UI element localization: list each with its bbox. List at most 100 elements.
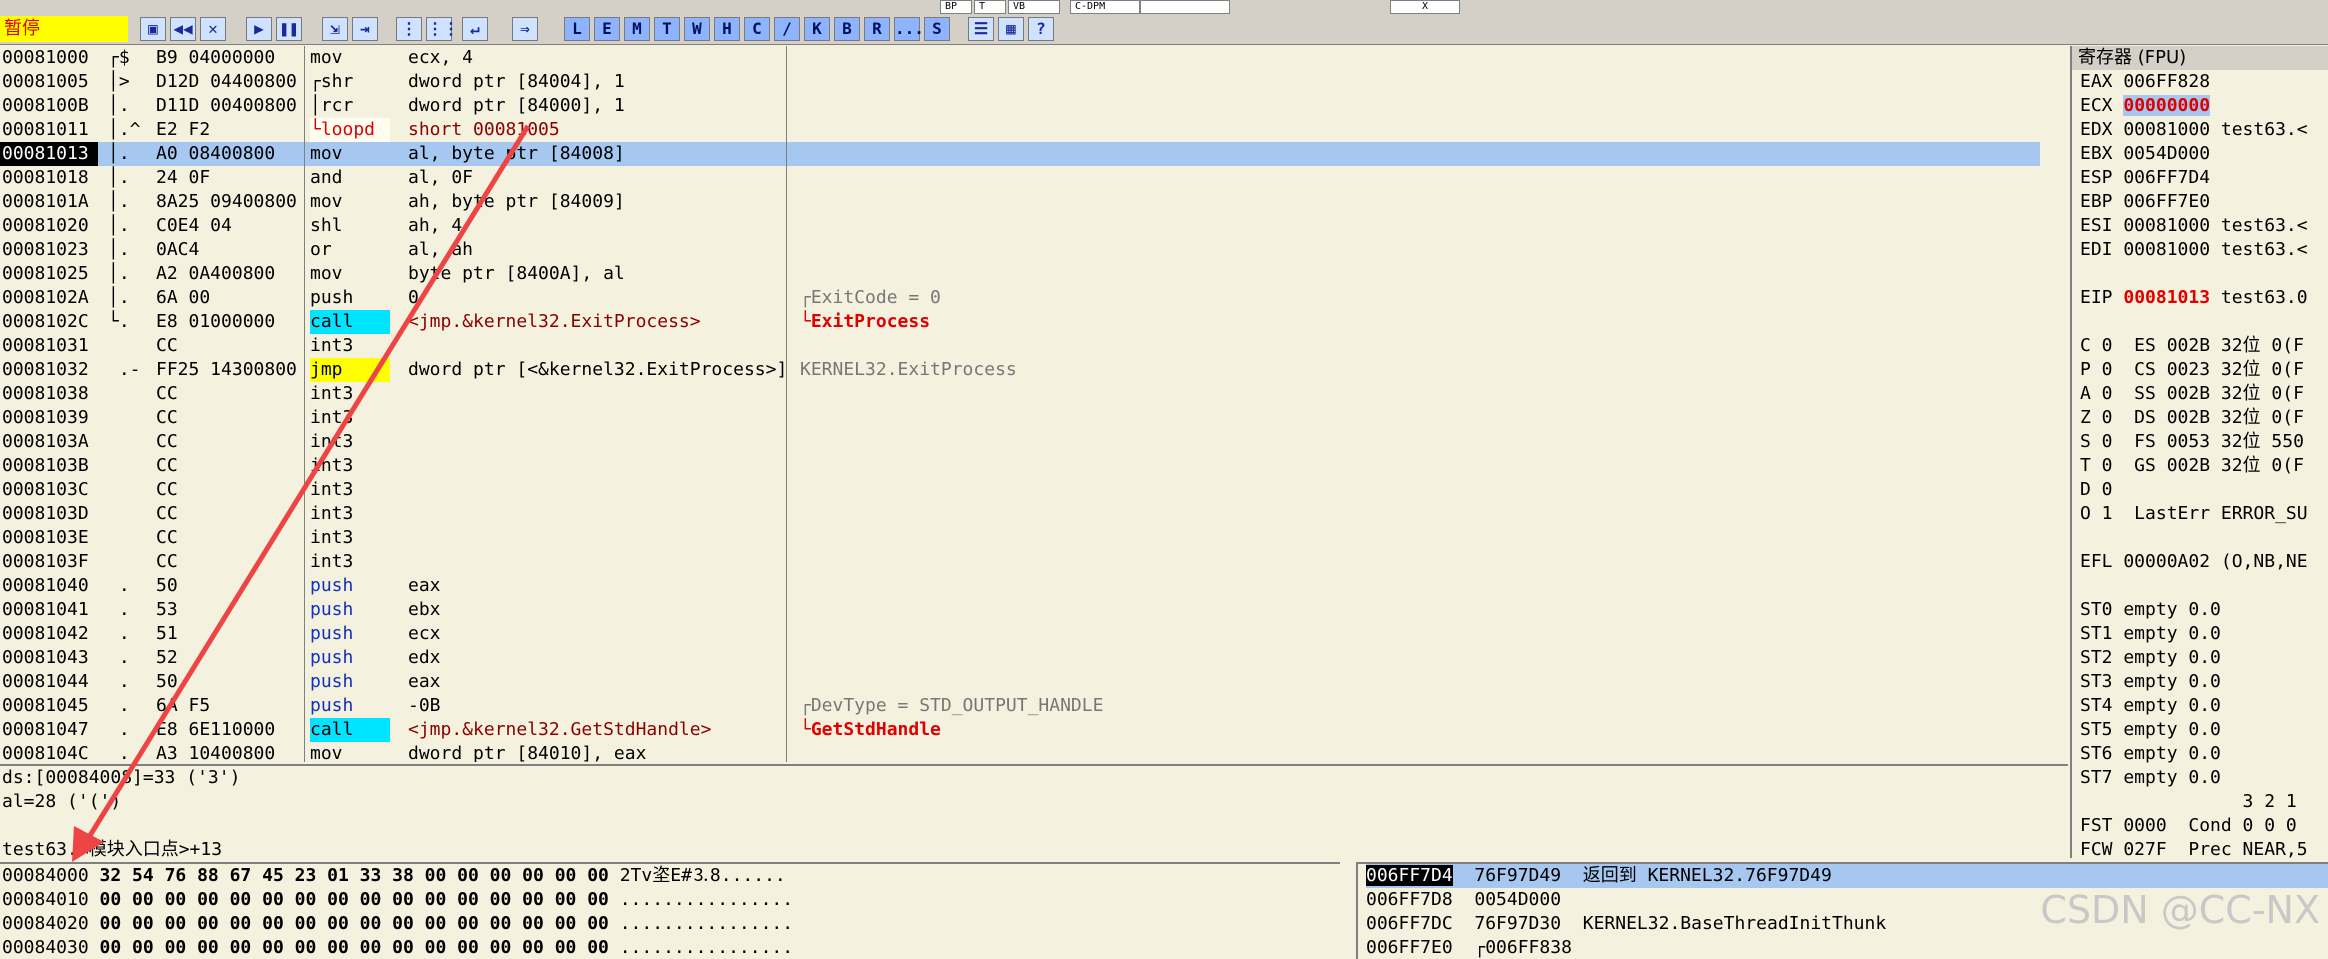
- help-icon[interactable]: ?: [1028, 17, 1054, 41]
- disasm-row[interactable]: 00081041 . 53 push ebx: [0, 598, 2040, 622]
- disasm-row[interactable]: 00081005 │> D12D 04400800 ┌shr dword ptr [84…: [0, 70, 2040, 94]
- register-line[interactable]: ECX 00000000: [2080, 94, 2211, 118]
- register-line[interactable]: EDI 00081000 test63.<: [2080, 238, 2308, 262]
- register-line[interactable]: T 0 GS 002B 32位 0(F: [2080, 454, 2304, 478]
- dump-row[interactable]: 00084000 32 54 76 88 67 45 23 01 33 38 0…: [2, 864, 786, 888]
- register-line[interactable]: ST7 empty 0.0: [2080, 766, 2221, 790]
- register-value[interactable]: 00081013: [2123, 287, 2210, 308]
- open-icon[interactable]: ▣: [140, 17, 166, 41]
- list-icon[interactable]: ☰: [968, 17, 994, 41]
- register-line[interactable]: EIP 00081013 test63.0: [2080, 286, 2308, 310]
- close-field[interactable]: X: [1390, 0, 1460, 14]
- toolbar-button-w[interactable]: W: [684, 17, 710, 41]
- disasm-row[interactable]: 00081018 │. 24 0F and al, 0F: [0, 166, 2040, 190]
- disasm-row[interactable]: 0008103A CC int3: [0, 430, 2040, 454]
- register-line[interactable]: FCW 027F Prec NEAR,5: [2080, 838, 2308, 858]
- disasm-row[interactable]: 00081038 CC int3: [0, 382, 2040, 406]
- register-line[interactable]: ST5 empty 0.0: [2080, 718, 2221, 742]
- grid-icon[interactable]: ▦: [998, 17, 1024, 41]
- register-line[interactable]: ST4 empty 0.0: [2080, 694, 2221, 718]
- disasm-row[interactable]: 0008100B │. D11D 00400800 │rcr dword ptr [84…: [0, 94, 2040, 118]
- register-line[interactable]: S 0 FS 0053 32位 550: [2080, 430, 2304, 454]
- disasm-row[interactable]: 00081025 │. A2 0A400800 mov byte ptr [8400A]…: [0, 262, 2040, 286]
- toolbar-button-h[interactable]: H: [714, 17, 740, 41]
- disasm-row[interactable]: 00081043 . 52 push edx: [0, 646, 2040, 670]
- register-value[interactable]: 00000000: [2123, 95, 2211, 116]
- toolbar-button-r[interactable]: R: [864, 17, 890, 41]
- toolbar-button-slash[interactable]: /: [774, 17, 800, 41]
- register-line[interactable]: EDX 00081000 test63.<: [2080, 118, 2308, 142]
- disasm-row[interactable]: 0008104C . A3 10400800 mov dword ptr [84010…: [0, 742, 2040, 762]
- register-line[interactable]: 3 2 1: [2080, 790, 2297, 814]
- pause-icon[interactable]: ❚❚: [276, 17, 302, 41]
- toolbar-button-m[interactable]: M: [624, 17, 650, 41]
- disasm-row[interactable]: 00081042 . 51 push ecx: [0, 622, 2040, 646]
- register-line[interactable]: ST0 empty 0.0: [2080, 598, 2221, 622]
- register-line[interactable]: ST3 empty 0.0: [2080, 670, 2221, 694]
- disasm-row[interactable]: 00081000 ┌$ B9 04000000 mov ecx, 4: [0, 46, 2040, 70]
- register-line[interactable]: A 0 SS 002B 32位 0(F: [2080, 382, 2304, 406]
- disassembly-pane[interactable]: 00081000 ┌$ B9 04000000 mov ecx, 4 00081005 │>…: [0, 46, 2040, 762]
- top-field[interactable]: [1140, 0, 1230, 14]
- disasm-row[interactable]: 00081040 . 50 push eax: [0, 574, 2040, 598]
- toolbar-button-b[interactable]: B: [834, 17, 860, 41]
- disasm-row[interactable]: 00081045 . 6A F5 push -0B ┌DevType = STD_OUT…: [0, 694, 2040, 718]
- disasm-row[interactable]: 00081013 │. A0 08400800 mov al, byte ptr [84…: [0, 142, 2040, 166]
- trace-into-icon[interactable]: ⋮: [396, 17, 422, 41]
- registers-pane[interactable]: 寄存器 (FPU) EAX 006FF828 ECX 00000000 EDX 00…: [2070, 46, 2328, 858]
- rewind-icon[interactable]: ◀◀: [170, 17, 196, 41]
- goto-icon[interactable]: ⇒: [512, 17, 538, 41]
- stack-row[interactable]: 006FF7E0 ┌006FF838: [1366, 936, 2328, 959]
- disasm-row[interactable]: 0008101A │. 8A25 09400800 mov ah, byte ptr […: [0, 190, 2040, 214]
- step-over-icon[interactable]: ⇥: [352, 17, 378, 41]
- register-line[interactable]: ESP 006FF7D4: [2080, 166, 2210, 190]
- toolbar-button-k[interactable]: K: [804, 17, 830, 41]
- register-line[interactable]: P 0 CS 0023 32位 0(F: [2080, 358, 2304, 382]
- dump-row[interactable]: 00084030 00 00 00 00 00 00 00 00 00 00 0…: [2, 936, 793, 959]
- disasm-row[interactable]: 00081032 .- FF25 14300800 jmp dword ptr [<&…: [0, 358, 2040, 382]
- toolbar-button-c[interactable]: C: [744, 17, 770, 41]
- dump-row[interactable]: 00084010 00 00 00 00 00 00 00 00 00 00 0…: [2, 888, 793, 912]
- disasm-row[interactable]: 0008103B CC int3: [0, 454, 2040, 478]
- toolbar-button-e[interactable]: E: [594, 17, 620, 41]
- top-field[interactable]: BP: [940, 0, 972, 14]
- register-line[interactable]: EFL 00000A02 (O,NB,NE: [2080, 550, 2308, 574]
- run-icon[interactable]: ▶: [246, 17, 272, 41]
- disasm-row[interactable]: 0008103D CC int3: [0, 502, 2040, 526]
- register-line[interactable]: Z 0 DS 002B 32位 0(F: [2080, 406, 2304, 430]
- dump-row[interactable]: 00084020 00 00 00 00 00 00 00 00 00 00 0…: [2, 912, 793, 936]
- top-field[interactable]: C-DPM: [1070, 0, 1140, 14]
- register-line[interactable]: O 1 LastErr ERROR_SU: [2080, 502, 2308, 526]
- disasm-row[interactable]: 0008102C └. E8 01000000 call <jmp.&kernel32.…: [0, 310, 2040, 334]
- disasm-row[interactable]: 0008103C CC int3: [0, 478, 2040, 502]
- toolbar-button-t[interactable]: T: [654, 17, 680, 41]
- register-line[interactable]: EBP 006FF7E0: [2080, 190, 2210, 214]
- register-line[interactable]: ST1 empty 0.0: [2080, 622, 2221, 646]
- disasm-row[interactable]: 0008102A │. 6A 00 push 0 ┌ExitCode = 0: [0, 286, 2040, 310]
- toolbar-button-s[interactable]: S: [924, 17, 950, 41]
- disasm-row[interactable]: 00081011 │.^ E2 F2 └loopd short 00081005: [0, 118, 2040, 142]
- disasm-row[interactable]: 0008103F CC int3: [0, 550, 2040, 574]
- stack-row[interactable]: 006FF7D4 76F97D49 返回到 KERNEL32.76F97D49: [1366, 864, 2328, 888]
- disasm-row[interactable]: 00081047 . E8 6E110000 call <jmp.&kernel32.…: [0, 718, 2040, 742]
- register-line[interactable]: ST2 empty 0.0: [2080, 646, 2221, 670]
- toolbar-button-ellipsis[interactable]: ...: [894, 17, 924, 41]
- close-icon[interactable]: ✕: [200, 17, 226, 41]
- disasm-row[interactable]: 00081031 CC int3: [0, 334, 2040, 358]
- disasm-row[interactable]: 00081023 │. 0AC4 or al, ah: [0, 238, 2040, 262]
- trace-over-icon[interactable]: ⋮⋮: [426, 17, 459, 41]
- toolbar-button-l[interactable]: L: [564, 17, 590, 41]
- register-line[interactable]: FST 0000 Cond 0 0 0: [2080, 814, 2297, 838]
- dump-pane[interactable]: 00084000 32 54 76 88 67 45 23 01 33 38 0…: [0, 862, 1340, 959]
- disasm-row[interactable]: 00081039 CC int3: [0, 406, 2040, 430]
- disasm-row[interactable]: 00081044 . 50 push eax: [0, 670, 2040, 694]
- disasm-row[interactable]: 00081020 │. C0E4 04 shl ah, 4: [0, 214, 2040, 238]
- register-line[interactable]: C 0 ES 002B 32位 0(F: [2080, 334, 2304, 358]
- register-line[interactable]: ESI 00081000 test63.<: [2080, 214, 2308, 238]
- register-line[interactable]: D 0: [2080, 478, 2113, 502]
- register-line[interactable]: EBX 0054D000: [2080, 142, 2210, 166]
- top-field[interactable]: T: [974, 0, 1006, 14]
- register-line[interactable]: ST6 empty 0.0: [2080, 742, 2221, 766]
- top-field[interactable]: VB: [1008, 0, 1060, 14]
- execute-till-return-icon[interactable]: ↵: [462, 17, 488, 41]
